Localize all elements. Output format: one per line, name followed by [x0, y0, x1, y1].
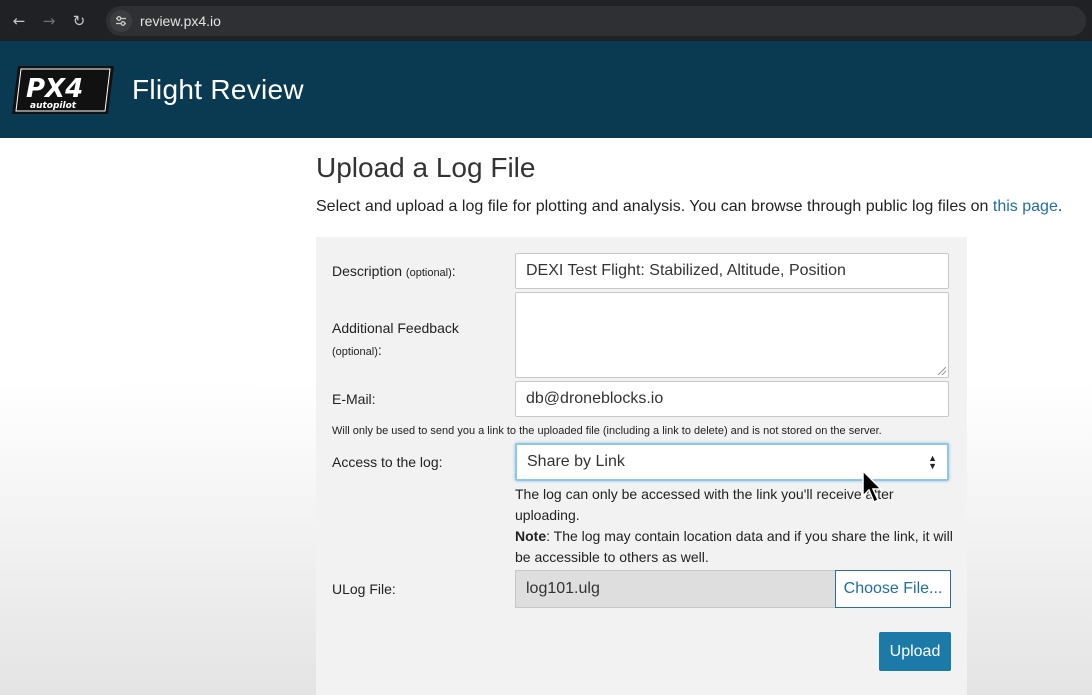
site-title[interactable]: Flight Review [132, 74, 304, 106]
page-title: Upload a Log File [316, 152, 536, 183]
description-label-text: Description [332, 263, 403, 279]
svg-text:autopilot: autopilot [30, 101, 77, 111]
browser-toolbar: ← → ↻ review.px4.io [0, 0, 1092, 41]
site-header: PX4 autopilot Flight Review [0, 41, 1092, 138]
intro-text-end: . [1057, 198, 1063, 215]
access-note-text: : The log may contain location data and … [515, 528, 953, 565]
back-button[interactable]: ← [8, 10, 30, 32]
svg-text:PX4: PX4 [26, 74, 83, 104]
access-note-label: Note [515, 528, 547, 544]
resize-handle-icon[interactable] [938, 367, 946, 375]
file-name-value: log101.ulg [526, 580, 600, 597]
select-arrows-icon: ▲ ▼ [928, 453, 937, 471]
intro-text-body: Select and upload a log file for plottin… [316, 198, 993, 215]
email-input[interactable]: db@droneblocks.io [515, 381, 949, 417]
access-help-text: The log can only be accessed with the li… [515, 486, 894, 523]
description-label: Description (optional): [332, 263, 456, 279]
description-value: DEXI Test Flight: Stabilized, Altitude, … [526, 262, 846, 279]
feedback-label-text: Additional Feedback [332, 320, 459, 336]
file-name-display: log101.ulg [515, 570, 835, 608]
ulog-label: ULog File: [332, 581, 396, 597]
reload-button[interactable]: ↻ [68, 10, 90, 32]
description-optional: (optional) [405, 267, 452, 279]
access-selected-value: Share by Link [527, 453, 625, 470]
email-label: E-Mail: [332, 391, 376, 407]
feedback-colon: : [377, 342, 382, 358]
upload-form: Description (optional): DEXI Test Flight… [316, 237, 967, 695]
mouse-cursor-icon [862, 469, 884, 504]
arrow-left-icon: ← [12, 11, 26, 30]
email-note: Will only be used to send you a link to … [332, 425, 882, 437]
url-text[interactable]: review.px4.io [140, 13, 221, 29]
email-value: db@droneblocks.io [526, 390, 664, 407]
px4-logo[interactable]: PX4 autopilot [10, 64, 116, 116]
arrow-right-icon: → [42, 11, 56, 30]
feedback-label: Additional Feedback (optional): [332, 317, 459, 363]
reload-icon: ↻ [72, 11, 86, 30]
access-label: Access to the log: [332, 454, 443, 470]
tune-icon[interactable] [110, 9, 132, 32]
intro-text: Select and upload a log file for plottin… [316, 198, 1092, 216]
choose-file-button[interactable]: Choose File... [835, 570, 951, 608]
forward-button[interactable]: → [38, 10, 60, 32]
feedback-optional: (optional) [332, 346, 378, 358]
feedback-textarea[interactable] [515, 292, 949, 378]
access-help: The log can only be accessed with the li… [515, 484, 955, 568]
description-colon: : [451, 263, 456, 279]
upload-button[interactable]: Upload [879, 632, 951, 671]
address-bar[interactable]: review.px4.io [106, 5, 1086, 36]
public-logs-link[interactable]: this page [993, 198, 1058, 215]
description-input[interactable]: DEXI Test Flight: Stabilized, Altitude, … [515, 253, 949, 289]
